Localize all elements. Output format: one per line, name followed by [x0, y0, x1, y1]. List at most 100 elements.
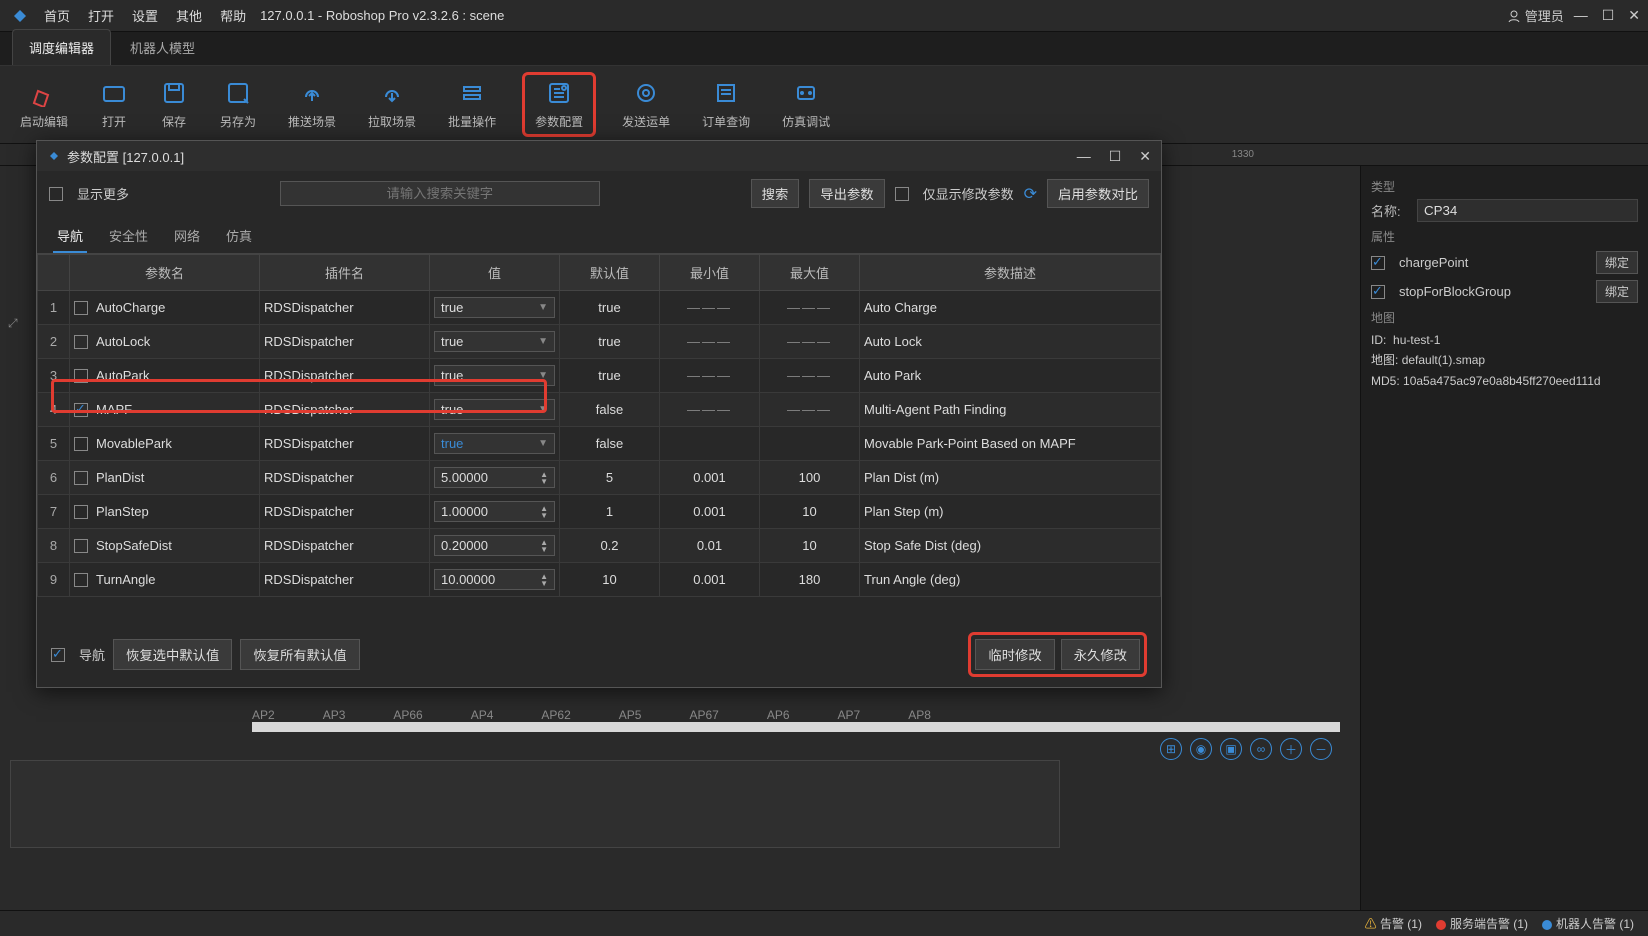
only-modified-checkbox[interactable]: 仅显示修改参数 [895, 184, 1014, 203]
toolbar-cloud-up[interactable]: 推送场景 [282, 75, 342, 134]
compare-button[interactable]: 启用参数对比 [1047, 179, 1149, 208]
menu-help[interactable]: 帮助 [220, 6, 246, 25]
list-icon [712, 79, 740, 107]
search-button[interactable]: 搜索 [751, 179, 800, 208]
param-row-plandist[interactable]: 6PlanDistRDSDispatcher5.00000▲▼50.001100… [38, 461, 1161, 495]
value-cell: true▼ [430, 427, 560, 461]
row-checkbox[interactable] [74, 573, 88, 587]
app-logo [8, 4, 32, 28]
bottom-panel[interactable] [10, 760, 1060, 848]
param-row-autolock[interactable]: 2AutoLockRDSDispatchertrue▼true——————Aut… [38, 325, 1161, 359]
param-row-planstep[interactable]: 7PlanStepRDSDispatcher1.00000▲▼10.00110P… [38, 495, 1161, 529]
toolbar-saveas[interactable]: 另存为 [214, 75, 262, 134]
value-combo[interactable]: true▼ [434, 399, 555, 420]
refresh-icon[interactable]: ⟳ [1024, 184, 1037, 204]
param-row-stopsafedist[interactable]: 8StopSafeDistRDSDispatcher0.20000▲▼0.20.… [38, 529, 1161, 563]
toolbar-folder[interactable]: 打开 [94, 75, 134, 134]
row-checkbox[interactable] [74, 403, 88, 417]
value-spinner[interactable]: 10.00000▲▼ [434, 569, 555, 590]
footer-nav-checkbox[interactable]: 导航 [51, 645, 105, 664]
toolbar-target[interactable]: 发送运单 [616, 75, 676, 134]
value-combo[interactable]: true▼ [434, 331, 555, 352]
dialog-icon [47, 149, 61, 163]
bind-button-1[interactable]: 绑定 [1596, 251, 1638, 274]
value-combo[interactable]: true▼ [434, 365, 555, 386]
layers-icon[interactable]: ◉ [1190, 738, 1212, 760]
show-more-checkbox[interactable]: 显示更多 [49, 184, 129, 203]
col-value: 值 [430, 255, 560, 291]
link-icon[interactable]: ∞ [1250, 738, 1272, 760]
row-checkbox[interactable] [74, 471, 88, 485]
toolbar-label: 参数配置 [535, 113, 583, 130]
dialog-titlebar[interactable]: 参数配置 [127.0.0.1] — ☐ ✕ [37, 141, 1161, 171]
toolbar-label: 拉取场景 [368, 113, 416, 130]
maximize-button[interactable]: ☐ [1602, 7, 1615, 24]
reset-all-button[interactable]: 恢复所有默认值 [240, 639, 359, 670]
row-checkbox[interactable] [74, 437, 88, 451]
status-bar: ⚠ 告警 (1) 服务端告警 (1) 机器人告警 (1) [0, 910, 1648, 936]
toolbar-pen[interactable]: 启动编辑 [14, 75, 74, 134]
value-spinner[interactable]: 1.00000▲▼ [434, 501, 555, 522]
chevron-down-icon: ▼ [538, 404, 548, 415]
param-row-autocharge[interactable]: 1AutoChargeRDSDispatchertrue▼true——————A… [38, 291, 1161, 325]
zoom-in-icon[interactable]: ＋ [1280, 738, 1302, 760]
dialog-minimize[interactable]: — [1077, 148, 1091, 164]
export-button[interactable]: 导出参数 [809, 179, 884, 208]
dlgtab-safety[interactable]: 安全性 [105, 220, 152, 253]
status-error[interactable]: 服务端告警 (1) [1436, 915, 1528, 932]
toolbar-save[interactable]: 保存 [154, 75, 194, 134]
menu-home[interactable]: 首页 [44, 6, 70, 25]
value-spinner[interactable]: 5.00000▲▼ [434, 467, 555, 488]
row-checkbox[interactable] [74, 505, 88, 519]
bind-button-2[interactable]: 绑定 [1596, 280, 1638, 303]
stopforblockgroup-checkbox[interactable] [1371, 285, 1385, 299]
chargepoint-checkbox[interactable] [1371, 256, 1385, 270]
row-checkbox[interactable] [74, 335, 88, 349]
user-badge[interactable]: 管理员 [1507, 6, 1564, 25]
menu-other[interactable]: 其他 [176, 6, 202, 25]
param-row-mapf[interactable]: 4MAPFRDSDispatchertrue▼false——————Multi-… [38, 393, 1161, 427]
search-input[interactable] [280, 181, 600, 206]
toolbar-param[interactable]: 参数配置 [522, 72, 596, 137]
name-input[interactable] [1417, 199, 1638, 222]
menu-settings[interactable]: 设置 [132, 6, 158, 25]
left-tool-dock[interactable]: ⤢ [8, 316, 18, 331]
dialog-close[interactable]: ✕ [1139, 148, 1151, 165]
param-name-cell: StopSafeDist [70, 529, 260, 563]
row-checkbox[interactable] [74, 539, 88, 553]
value-combo[interactable]: true▼ [434, 297, 555, 318]
reset-selected-button[interactable]: 恢复选中默认值 [113, 639, 232, 670]
row-checkbox[interactable] [74, 301, 88, 315]
param-row-movablepark[interactable]: 5MovableParkRDSDispatchertrue▼falseMovab… [38, 427, 1161, 461]
row-checkbox[interactable] [74, 369, 88, 383]
value-combo[interactable]: true▼ [434, 433, 555, 454]
param-row-autopark[interactable]: 3AutoParkRDSDispatchertrue▼true——————Aut… [38, 359, 1161, 393]
toolbar-list[interactable]: 订单查询 [696, 75, 756, 134]
toolbar-cloud-down[interactable]: 拉取场景 [362, 75, 422, 134]
status-info[interactable]: 机器人告警 (1) [1542, 915, 1634, 932]
toolbar-stack[interactable]: 批量操作 [442, 75, 502, 134]
grid-icon[interactable]: ⊞ [1160, 738, 1182, 760]
value-spinner[interactable]: 0.20000▲▼ [434, 535, 555, 556]
dlgtab-network[interactable]: 网络 [170, 220, 204, 253]
dlgtab-sim[interactable]: 仿真 [222, 220, 256, 253]
zoom-out-icon[interactable]: － [1310, 738, 1332, 760]
fit-icon[interactable]: ▣ [1220, 738, 1242, 760]
dlgtab-nav[interactable]: 导航 [53, 220, 87, 253]
dialog-maximize[interactable]: ☐ [1109, 148, 1122, 165]
close-button[interactable]: ✕ [1628, 7, 1640, 24]
tab-scheduler-editor[interactable]: 调度编辑器 [12, 29, 111, 65]
cloud-down-icon [378, 79, 406, 107]
menu-open[interactable]: 打开 [88, 6, 114, 25]
param-row-turnangle[interactable]: 9TurnAngleRDSDispatcher10.00000▲▼100.001… [38, 563, 1161, 597]
value-cell: 10.00000▲▼ [430, 563, 560, 597]
temp-modify-button[interactable]: 临时修改 [975, 639, 1054, 670]
chargepoint-label: chargePoint [1399, 255, 1468, 270]
status-warn[interactable]: ⚠ 告警 (1) [1365, 915, 1422, 932]
minimize-button[interactable]: — [1574, 7, 1588, 24]
stage-ap-labels: AP2AP3AP66AP4AP62AP5AP67AP6AP7AP8 [252, 708, 1340, 722]
tab-robot-model[interactable]: 机器人模型 [113, 29, 212, 65]
toolbar-sim[interactable]: 仿真调试 [776, 75, 836, 134]
param-grid: 参数名 插件名 值 默认值 最小值 最大值 参数描述 1AutoChargeRD… [37, 254, 1161, 622]
perm-modify-button[interactable]: 永久修改 [1061, 639, 1140, 670]
